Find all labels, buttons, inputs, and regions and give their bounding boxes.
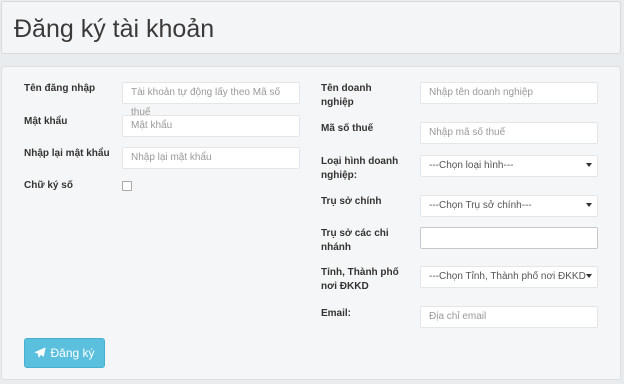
- branch-label-line2: nhánh: [321, 242, 351, 253]
- digital-signature-label: Chữ ký số: [24, 180, 73, 191]
- business-type-value: ---Chọn loại hình---: [429, 160, 514, 171]
- province-label-line2: nơi ĐKKD: [321, 281, 369, 292]
- caret-down-icon: [586, 203, 592, 207]
- page-title: Đăng ký tài khoản: [14, 15, 215, 43]
- username-input[interactable]: Tài khoản tự động lấy theo Mã số thuế: [122, 82, 300, 118]
- company-name-input[interactable]: Nhập tên doanh nghiệp: [420, 82, 598, 104]
- branch-label: Trụ sở các chi nhánh: [321, 227, 389, 255]
- province-value: ---Chọn Tỉnh, Thành phố nơi ĐKKD: [429, 271, 586, 282]
- digital-signature-checkbox[interactable]: [122, 181, 132, 191]
- tax-code-label: Mã số thuế: [321, 123, 374, 134]
- confirm-password-label: Nhập lại mật khẩu: [24, 148, 110, 159]
- headquarters-select[interactable]: ---Chọn Trụ sở chính---: [420, 195, 598, 217]
- register-button-label: Đăng ký: [50, 346, 95, 360]
- email-input[interactable]: Địa chỉ email: [420, 306, 598, 328]
- company-name-label: Tên doanh nghiệp: [321, 82, 372, 110]
- province-select[interactable]: ---Chọn Tỉnh, Thành phố nơi ĐKKD: [420, 266, 598, 288]
- email-label: Email:: [321, 308, 352, 319]
- caret-down-icon: [586, 274, 592, 278]
- caret-down-icon: [586, 163, 592, 167]
- branch-label-line1: Trụ sở các chi: [321, 228, 389, 239]
- company-name-label-line2: nghiệp: [321, 97, 354, 108]
- province-label: Tỉnh, Thành phố nơi ĐKKD: [321, 266, 399, 294]
- confirm-password-input[interactable]: Nhập lại mật khẩu: [122, 147, 300, 169]
- headquarters-label: Trụ sở chính: [321, 196, 382, 207]
- header-panel: Đăng ký tài khoản: [1, 1, 621, 54]
- password-label: Mật khẩu: [24, 116, 68, 127]
- password-input[interactable]: Mật khẩu: [122, 115, 300, 137]
- business-type-select[interactable]: ---Chọn loại hình---: [420, 155, 598, 177]
- company-name-label-line1: Tên doanh: [321, 83, 372, 94]
- business-type-label-line2: nghiệp:: [321, 170, 358, 181]
- username-label: Tên đăng nhập: [24, 83, 96, 94]
- paper-plane-icon: [34, 347, 47, 358]
- province-label-line1: Tỉnh, Thành phố: [321, 267, 399, 278]
- headquarters-value: ---Chọn Trụ sở chính---: [429, 200, 532, 211]
- registration-form-panel: [1, 66, 621, 380]
- branch-input[interactable]: [420, 227, 598, 249]
- tax-code-input[interactable]: Nhập mã số thuế: [420, 122, 598, 144]
- register-button[interactable]: Đăng ký: [24, 338, 105, 368]
- business-type-label-line1: Loại hình doanh: [321, 156, 399, 167]
- business-type-label: Loại hình doanh nghiệp:: [321, 155, 398, 183]
